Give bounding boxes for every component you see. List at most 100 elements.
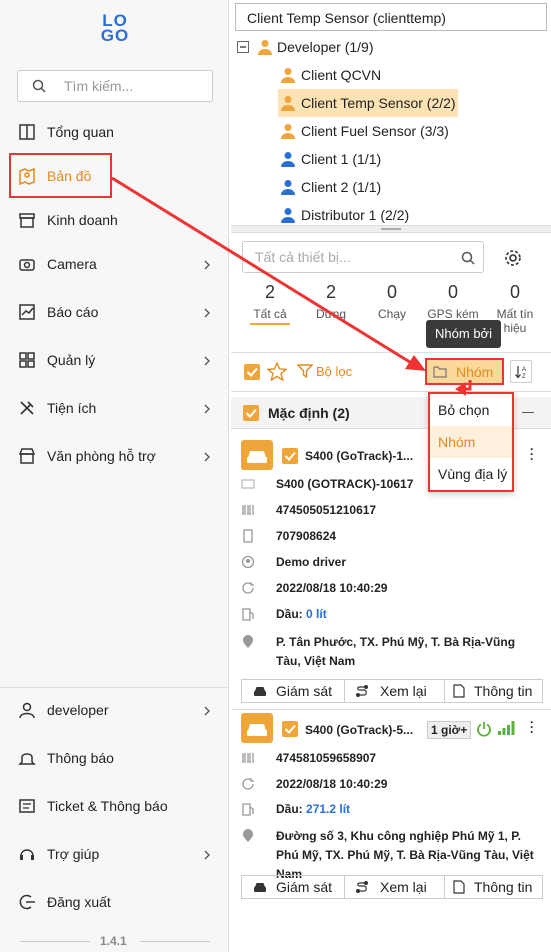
monitor-label: Giám sát (276, 879, 333, 895)
sim-icon (241, 529, 255, 543)
replay-button[interactable]: Xem lại (345, 680, 445, 702)
sidebar-item-support-office[interactable]: Văn phòng hỗ trợ (0, 434, 229, 478)
tree-root[interactable]: Developer (1/9) (235, 33, 535, 61)
card-actions: Giám sát Xem lại Thông tin (241, 679, 543, 703)
stat-value: 2 (325, 282, 336, 302)
menu-item-deselect[interactable]: Bỏ chọn (430, 394, 512, 426)
sidebar-item-label: Trợ giúp (47, 846, 100, 862)
sidebar-item-logout[interactable]: Đăng xuất (0, 880, 229, 924)
stat-label: GPS kém (427, 307, 479, 321)
sidebar-item-manage[interactable]: Quản lý (0, 338, 229, 382)
sidebar-item-help[interactable]: Trợ giúp (0, 832, 229, 876)
device-search-input[interactable]: Tất cả thiết bị... (242, 241, 484, 273)
sidebar-item-label: Đăng xuất (47, 894, 111, 910)
group-checkbox[interactable] (243, 405, 259, 421)
star-icon[interactable] (267, 362, 287, 381)
device-name[interactable]: S400 (GoTrack)-5... (305, 723, 413, 737)
more-menu-icon[interactable]: · · · (530, 716, 534, 738)
filter-icon (297, 363, 313, 379)
tree-node-label: Client 1 (1/1) (301, 151, 382, 167)
menu-item-group[interactable]: Nhóm (430, 426, 512, 458)
filter-bar: Bộ lọc Nhóm AZ (231, 352, 551, 392)
select-all-checkbox[interactable] (244, 364, 260, 380)
user-orange-icon (280, 95, 296, 111)
barcode-icon (241, 503, 255, 517)
device-fuel-label: Dầu: (276, 802, 303, 816)
group-button-label: Nhóm (456, 364, 494, 380)
sidebar-item-tickets[interactable]: Ticket & Thông báo (0, 784, 229, 828)
monitor-button[interactable]: Giám sát (242, 680, 345, 702)
sort-button[interactable]: AZ (510, 360, 532, 383)
tree-node[interactable]: Client 1 (1/1) (278, 145, 478, 173)
device-address-text: Đường số 3, Khu công nghiệp Phú Mỹ 1, P.… (276, 829, 534, 881)
device-name[interactable]: S400 (GoTrack)-1... (305, 449, 413, 463)
device-imei-text: 474505051210617 (276, 503, 377, 517)
camera-icon (18, 255, 36, 273)
panel-resize-handle[interactable] (231, 225, 551, 233)
more-menu-icon[interactable]: · · · (530, 443, 534, 465)
group-button[interactable]: Nhóm (425, 358, 504, 385)
device-imei-text: 474581059658907 (276, 751, 377, 765)
stat-value: 0 (386, 282, 397, 302)
sidebar-item-label: Văn phòng hỗ trợ (47, 448, 156, 464)
folder-icon (433, 365, 447, 378)
device-checkbox[interactable] (282, 721, 298, 737)
logout-icon (18, 893, 36, 911)
group-by-tooltip: Nhóm bởi (426, 320, 501, 348)
sync-icon (241, 581, 255, 595)
sidebar-item-label: Ticket & Thông báo (47, 798, 168, 814)
info-button[interactable]: Thông tin (445, 680, 542, 702)
replay-button[interactable]: Xem lại (345, 876, 445, 898)
device-address-text: P. Tân Phước, TX. Phú Mỹ, T. Bà Rịa-Vũng… (276, 635, 516, 668)
driver-icon (241, 555, 255, 569)
car-small-icon (252, 880, 268, 894)
user-blue-icon (280, 207, 296, 223)
search-icon (32, 79, 46, 93)
tree-node[interactable]: Client QCVN (278, 61, 478, 89)
account-select[interactable]: Client Temp Sensor (clienttemp) (235, 3, 547, 31)
sidebar-item-label: Camera (47, 256, 97, 272)
monitor-button[interactable]: Giám sát (242, 876, 345, 898)
stat-running[interactable]: 0 Chạy (362, 282, 422, 321)
sidebar-item-user[interactable]: developer (0, 688, 229, 732)
signal-icon (497, 720, 515, 736)
route-icon (354, 880, 370, 894)
sidebar-item-reports[interactable]: Báo cáo (0, 290, 229, 334)
svg-text:A: A (522, 367, 526, 373)
stat-weak-gps[interactable]: 0 GPS kém (423, 282, 483, 321)
sidebar-item-camera[interactable]: Camera (0, 242, 229, 286)
tree-node[interactable]: Client 2 (1/1) (278, 173, 478, 201)
menu-item-region[interactable]: Vùng địa lý (430, 458, 512, 490)
replay-label: Xem lại (380, 879, 427, 895)
sidebar-search[interactable]: Tìm kiếm... (17, 70, 213, 102)
stat-label: Dừng (315, 307, 347, 321)
search-placeholder: Tìm kiếm... (64, 78, 134, 94)
tree-node-label: Client QCVN (301, 67, 382, 83)
sidebar-item-utilities[interactable]: Tiện ích (0, 386, 229, 430)
tree-node[interactable]: Client Fuel Sensor (3/3) (278, 117, 478, 145)
stat-stopped[interactable]: 2 Dừng (301, 282, 361, 321)
sidebar-item-business[interactable]: Kinh doanh (0, 198, 229, 242)
tree-node-label: Distributor 1 (2/2) (301, 207, 410, 223)
info-button[interactable]: Thông tin (445, 876, 542, 898)
chevron-right-icon (203, 356, 211, 366)
sidebar-item-overview[interactable]: Tổng quan (0, 110, 229, 154)
stat-all[interactable]: 2 Tất cả (240, 282, 300, 321)
power-icon (476, 721, 492, 737)
chevron-right-icon (203, 404, 211, 414)
sidebar-item-notifications[interactable]: Thông báo (0, 736, 229, 780)
device-checkbox[interactable] (282, 448, 298, 464)
tree-node-selected[interactable]: Client Temp Sensor (2/2) (278, 89, 458, 117)
sync-icon (241, 777, 255, 791)
sort-az-icon: AZ (514, 364, 530, 380)
collapse-group-icon[interactable] (522, 412, 534, 413)
tools-icon (18, 399, 36, 417)
fuel-icon (241, 607, 255, 621)
device-driver-text: Demo driver (276, 555, 347, 569)
device-driver: Demo driver (241, 555, 347, 569)
app-version: 1.4.1 (100, 934, 127, 948)
settings-gear-icon[interactable] (503, 248, 523, 268)
user-orange-icon (257, 39, 273, 55)
tree-node-label: Client Fuel Sensor (3/3) (301, 123, 449, 139)
monitor-label: Giám sát (276, 683, 333, 699)
